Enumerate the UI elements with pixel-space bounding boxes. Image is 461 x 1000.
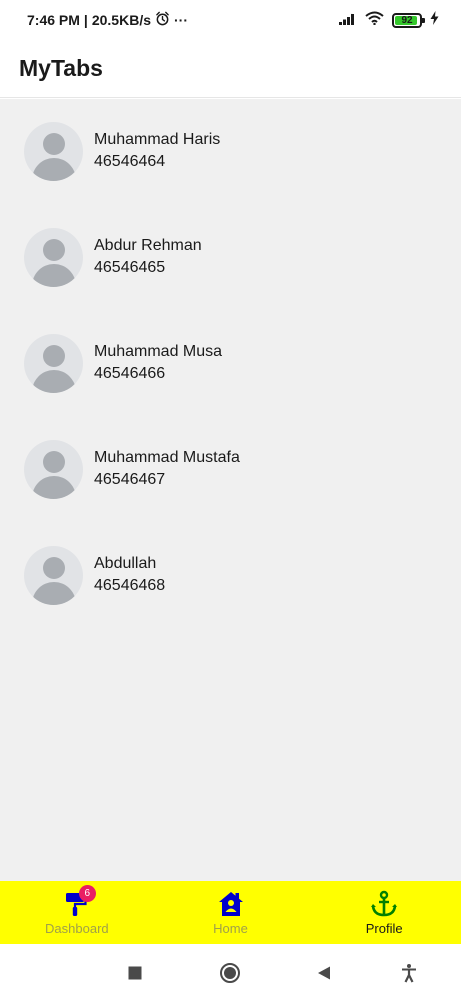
back-icon[interactable] bbox=[313, 962, 335, 984]
tab-home-label: Home bbox=[213, 921, 248, 936]
contact-name: Abdullah bbox=[94, 555, 157, 572]
avatar-body bbox=[32, 157, 76, 181]
contact-phone: 46546467 bbox=[94, 471, 166, 488]
list-item[interactable]: Abdullah 46546468 bbox=[24, 545, 165, 605]
contact-name: Muhammad Mustafa bbox=[94, 449, 240, 466]
avatar-head bbox=[43, 450, 65, 473]
contact-phone: 46546468 bbox=[94, 577, 166, 594]
signal-icon: . bbox=[339, 11, 357, 30]
recent-apps-icon[interactable] bbox=[124, 962, 146, 984]
contact-text: Abdullah 46546468 bbox=[94, 555, 165, 595]
tab-dashboard-label: Dashboard bbox=[45, 921, 109, 936]
bottom-tab-bar: 6 Dashboard Home Profile bbox=[0, 881, 461, 944]
contact-list[interactable]: Muhammad Haris 46546464 Abdur Rehman 465… bbox=[0, 99, 461, 881]
app-bar: MyTabs bbox=[0, 40, 461, 98]
contact-phone: 46546465 bbox=[94, 259, 166, 276]
battery-icon: 92 bbox=[392, 13, 425, 28]
page-title: MyTabs bbox=[19, 55, 103, 81]
list-item[interactable]: Muhammad Mustafa 46546467 bbox=[24, 439, 240, 499]
list-item[interactable]: Muhammad Musa 46546466 bbox=[24, 333, 222, 393]
accessibility-icon[interactable] bbox=[398, 962, 420, 984]
contact-text: Muhammad Mustafa 46546467 bbox=[94, 449, 240, 489]
avatar-head bbox=[43, 132, 65, 155]
status-time: 7:46 PM bbox=[27, 12, 80, 28]
home-icon bbox=[217, 890, 245, 918]
avatar bbox=[24, 333, 83, 393]
contact-name: Abdur Rehman bbox=[94, 237, 202, 254]
system-nav-bar bbox=[0, 944, 461, 1000]
avatar-body bbox=[32, 369, 76, 393]
avatar bbox=[24, 439, 83, 499]
contact-name: Muhammad Haris bbox=[94, 131, 221, 148]
avatar-head bbox=[43, 344, 65, 367]
tab-profile[interactable]: Profile bbox=[307, 881, 461, 944]
tab-dashboard[interactable]: 6 Dashboard bbox=[0, 881, 154, 944]
contact-phone: 46546464 bbox=[94, 153, 166, 170]
avatar bbox=[24, 545, 83, 605]
avatar-body bbox=[32, 581, 76, 605]
status-network-speed: 20.5KB/s bbox=[91, 12, 151, 28]
home-circle-icon[interactable] bbox=[219, 962, 241, 984]
battery-level: 92 bbox=[401, 15, 413, 26]
status-bar: 7:46 PM | 20.5KB/s ··· . 92 bbox=[0, 0, 461, 40]
charging-icon bbox=[430, 11, 439, 30]
tab-home[interactable]: Home bbox=[154, 881, 308, 944]
avatar-head bbox=[43, 238, 65, 261]
status-left: 7:46 PM | 20.5KB/s ··· bbox=[27, 11, 188, 29]
contact-text: Abdur Rehman 46546465 bbox=[94, 237, 202, 277]
status-more: ··· bbox=[174, 12, 188, 28]
avatar-head bbox=[43, 556, 65, 579]
contact-text: Muhammad Musa 46546466 bbox=[94, 343, 222, 383]
tab-profile-label: Profile bbox=[365, 921, 403, 936]
avatar-body bbox=[32, 475, 76, 499]
list-item[interactable]: Abdur Rehman 46546465 bbox=[24, 227, 202, 287]
contact-text: Muhammad Haris 46546464 bbox=[94, 131, 220, 171]
paint-roller-icon: 6 bbox=[63, 885, 96, 918]
anchor-icon bbox=[370, 890, 398, 918]
avatar bbox=[24, 121, 83, 181]
alarm-clock-icon bbox=[155, 11, 170, 29]
status-separator: | bbox=[83, 12, 88, 28]
avatar-body bbox=[32, 263, 76, 287]
status-right: . 92 bbox=[339, 11, 439, 30]
notification-badge: 6 bbox=[78, 885, 96, 902]
contact-phone: 46546466 bbox=[94, 365, 166, 382]
contact-name: Muhammad Musa bbox=[94, 343, 223, 360]
avatar bbox=[24, 227, 83, 287]
list-item[interactable]: Muhammad Haris 46546464 bbox=[24, 121, 220, 181]
wifi-icon bbox=[365, 11, 384, 30]
